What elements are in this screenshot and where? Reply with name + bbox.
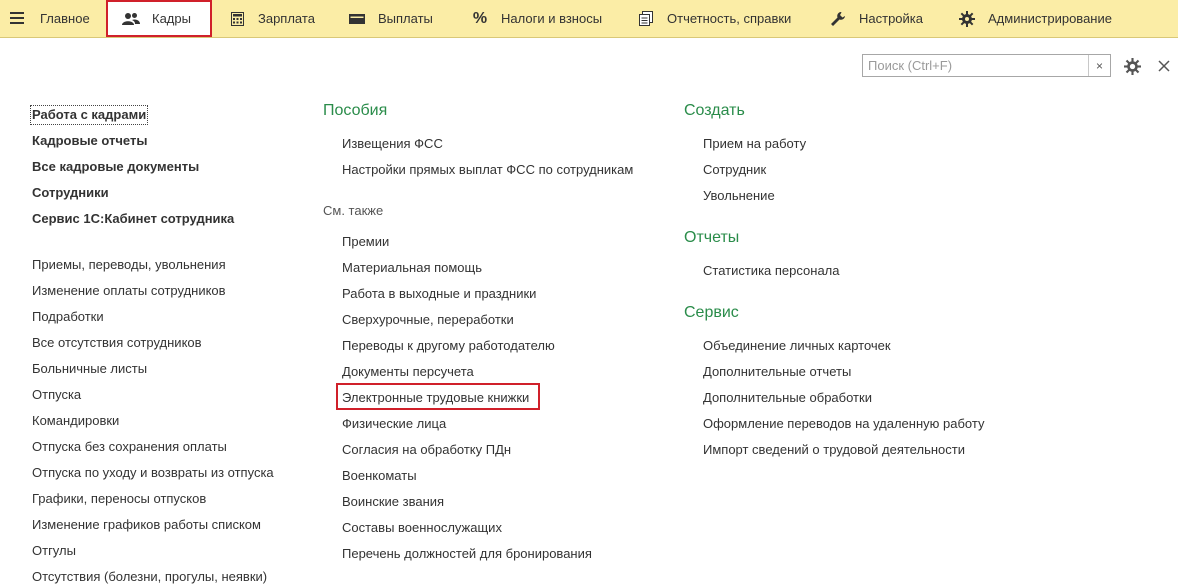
menu-item-label: Администрирование [988,11,1112,26]
list-item[interactable]: Отгулы [32,543,76,559]
menu-item-label: Главное [40,11,90,26]
list-item[interactable]: Увольнение [703,188,775,204]
section-title-benefits: Пособия [323,102,388,119]
section-title-reports: Отчеты [684,229,740,246]
menu-item-reports[interactable]: Отчетность, справки [637,0,791,37]
list-item[interactable]: Сотрудник [703,162,766,178]
menu-item-payments[interactable]: Выплаты [348,0,433,37]
search-field: × [862,54,1111,77]
percent-icon: % [472,9,488,27]
list-item[interactable]: Отсутствия (болезни, прогулы, неявки) [32,569,267,585]
list-item[interactable]: Статистика персонала [703,263,840,279]
gear-icon[interactable] [1122,56,1142,76]
list-item[interactable]: Сверхурочные, переработки [342,312,514,328]
wallet-icon [348,10,366,28]
list-item[interactable]: Дополнительные обработки [703,390,872,406]
list-item[interactable]: Военкоматы [342,468,417,484]
list-item[interactable]: Приемы, переводы, увольнения [32,257,226,273]
search-clear-button[interactable]: × [1088,55,1110,76]
menu-item-main[interactable]: Главное [40,0,90,37]
list-item[interactable]: Импорт сведений о трудовой деятельности [703,442,965,458]
list-item[interactable]: Отпуска по уходу и возвраты из отпуска [32,465,274,481]
list-item[interactable]: Оформление переводов на удаленную работу [703,416,984,432]
link-employees[interactable]: Сотрудники [32,185,109,201]
menu-item-settings[interactable]: Настройка [829,0,923,37]
list-item[interactable]: Работа в выходные и праздники [342,286,536,302]
search-input[interactable] [863,55,1089,76]
link-hr-reports[interactable]: Кадровые отчеты [32,133,147,149]
hamburger-icon[interactable] [8,9,26,27]
users-icon [122,10,140,28]
section-title-create: Создать [684,102,745,119]
menu-item-label: Настройка [859,11,923,26]
list-item[interactable]: Прием на работу [703,136,806,152]
list-item[interactable]: Дополнительные отчеты [703,364,851,380]
list-item[interactable]: Извещения ФСС [342,136,443,152]
list-item[interactable]: Командировки [32,413,119,429]
list-item[interactable]: Изменение графиков работы списком [32,517,261,533]
gear-icon [958,10,976,28]
list-item[interactable]: Графики, переносы отпусков [32,491,206,507]
link-electronic-work-books[interactable]: Электронные трудовые книжки [342,390,529,406]
list-item[interactable]: Премии [342,234,389,250]
menu-item-label: Налоги и взносы [501,11,603,26]
list-item[interactable]: Подработки [32,309,104,325]
section-title-service: Сервис [684,304,739,321]
menu-item-label: Отчетность, справки [667,11,792,26]
list-item[interactable]: Объединение личных карточек [703,338,891,354]
list-item[interactable]: Настройки прямых выплат ФСС по сотрудник… [342,162,633,178]
calculator-icon [228,10,246,28]
list-item[interactable]: Физические лица [342,416,446,432]
menu-item-administration[interactable]: Администрирование [958,0,1112,37]
list-item[interactable]: Отпуска [32,387,81,403]
link-employee-cabinet-service[interactable]: Сервис 1С:Кабинет сотрудника [32,211,234,227]
menu-item-label: Кадры [152,11,191,26]
list-item[interactable]: Изменение оплаты сотрудников [32,283,226,299]
list-item[interactable]: Все отсутствия сотрудников [32,335,202,351]
list-item[interactable]: Согласия на обработку ПДн [342,442,511,458]
link-all-hr-documents[interactable]: Все кадровые документы [32,159,199,175]
list-item[interactable]: Материальная помощь [342,260,482,276]
top-menu-bar: Главное Кадры Зарплата Выплаты % Налоги … [0,0,1178,38]
list-item[interactable]: Переводы к другому работодателю [342,338,555,354]
list-item[interactable]: Отпуска без сохранения оплаты [32,439,227,455]
menu-item-hr[interactable]: Кадры [106,0,212,37]
close-icon[interactable] [1154,56,1174,76]
documents-icon [637,10,655,28]
menu-item-label: Зарплата [258,11,315,26]
menu-item-taxes[interactable]: % Налоги и взносы [471,0,602,37]
link-hr-work[interactable]: Работа с кадрами [29,105,149,125]
list-item[interactable]: Воинские звания [342,494,444,510]
menu-item-label: Выплаты [378,11,433,26]
list-item[interactable]: Больничные листы [32,361,147,377]
menu-item-salary[interactable]: Зарплата [228,0,315,37]
see-also-heading: См. также [323,203,384,218]
list-item[interactable]: Документы персучета [342,364,474,380]
list-item[interactable]: Составы военнослужащих [342,520,502,536]
list-item[interactable]: Перечень должностей для бронирования [342,546,592,562]
wrench-icon [829,10,847,28]
